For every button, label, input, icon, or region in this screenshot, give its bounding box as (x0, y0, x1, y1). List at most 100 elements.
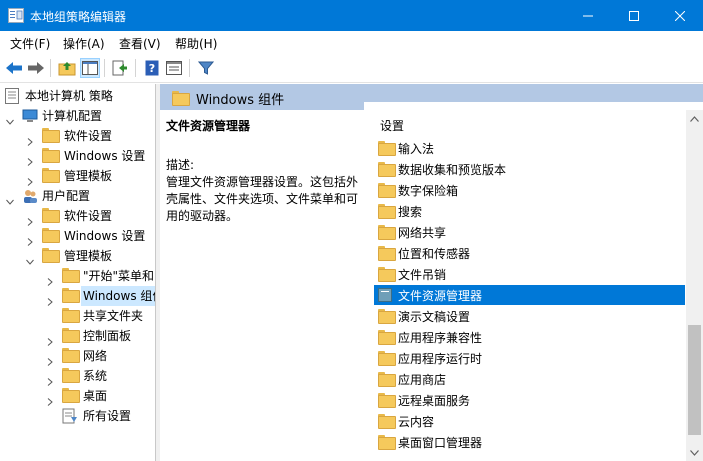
maximize-icon (629, 10, 639, 21)
list-item[interactable]: 文件吊销 (374, 264, 685, 284)
expand-chevron-icon[interactable] (26, 232, 34, 246)
toolbar-separator (104, 59, 105, 77)
tree-root[interactable]: 本地计算机 策略 (0, 86, 155, 106)
folder-icon (378, 225, 396, 240)
tree-uc-software[interactable]: 软件设置 (0, 206, 155, 226)
list-item[interactable]: 云内容 (374, 411, 685, 431)
folder-icon (42, 208, 60, 224)
tree-cc-admin[interactable]: 管理模板 (0, 166, 155, 186)
toolbar-separator (189, 59, 190, 77)
folder-icon (62, 308, 80, 324)
properties-button[interactable] (164, 58, 184, 78)
tree-computer-config[interactable]: 计算机配置 (0, 106, 155, 126)
folder-icon (378, 246, 396, 261)
folder-icon (378, 351, 396, 366)
computer-icon (22, 108, 38, 124)
list-item[interactable]: 应用商店 (374, 369, 685, 389)
expand-chevron-icon[interactable] (46, 332, 54, 346)
list-item[interactable]: 数据收集和预览版本 (374, 159, 685, 179)
folder-icon (378, 141, 396, 156)
expand-chevron-icon[interactable] (26, 172, 34, 186)
list-item[interactable]: 远程桌面服务 (374, 390, 685, 410)
folder-icon (378, 393, 396, 408)
menu-action[interactable]: 操作(A) (63, 35, 105, 52)
tree-all-settings[interactable]: 所有设置 (0, 406, 155, 426)
tree-windows-components[interactable]: Windows 组件 (0, 286, 155, 306)
tree-desktop[interactable]: 桌面 (0, 386, 155, 406)
help-icon: ? (145, 60, 159, 76)
policy-editor-icon (8, 8, 24, 23)
scroll-up-button[interactable] (686, 110, 703, 127)
tree-system[interactable]: 系统 (0, 366, 155, 386)
description-heading: 文件资源管理器 (166, 119, 251, 133)
scroll-down-button[interactable] (686, 444, 703, 461)
expand-chevron-icon[interactable] (46, 352, 54, 366)
list-item[interactable]: 应用程序运行时 (374, 348, 685, 368)
tree-network[interactable]: 网络 (0, 346, 155, 366)
close-button[interactable] (657, 0, 703, 31)
tree-uc-windows[interactable]: Windows 设置 (0, 226, 155, 246)
folder-icon (378, 372, 396, 387)
tree-cc-windows[interactable]: Windows 设置 (0, 146, 155, 166)
folder-icon (62, 288, 80, 304)
list-item-selected[interactable]: 文件资源管理器 (374, 285, 685, 305)
all-settings-icon (62, 408, 78, 424)
folder-icon (62, 348, 80, 364)
list-item[interactable]: 搜索 (374, 201, 685, 221)
up-folder-button[interactable] (57, 58, 77, 78)
tree-shared-folders[interactable]: 共享文件夹 (0, 306, 155, 326)
tree-uc-admin[interactable]: 管理模板 (0, 246, 155, 266)
description-body: 管理文件资源管理器设置。这包括外壳属性、文件夹选项、文件菜单和可用的驱动器。 (166, 175, 359, 223)
back-button[interactable] (4, 58, 24, 78)
folder-open-icon (42, 248, 60, 264)
settings-column-header[interactable]: 设置 (380, 117, 404, 134)
menu-view[interactable]: 查看(V) (119, 35, 161, 52)
svg-text:?: ? (149, 62, 155, 75)
export-icon (112, 60, 127, 76)
folder-icon (42, 148, 60, 164)
collapse-chevron-icon[interactable] (6, 112, 14, 125)
tree-user-config[interactable]: 用户配置 (0, 186, 155, 206)
folder-icon (42, 228, 60, 244)
expand-chevron-icon[interactable] (46, 292, 54, 306)
filter-icon (198, 61, 214, 75)
maximize-button[interactable] (611, 0, 657, 31)
settings-list: 设置 输入法 数据收集和预览版本 数字保险箱 搜索 网络共享 位置和传感器 文件… (364, 102, 703, 461)
filter-button[interactable] (196, 58, 216, 78)
menu-help[interactable]: 帮助(H) (175, 35, 217, 52)
folder-icon (378, 183, 396, 198)
list-item[interactable]: 桌面窗口管理器 (374, 432, 685, 452)
list-item[interactable]: 位置和传感器 (374, 243, 685, 263)
expand-chevron-icon[interactable] (26, 212, 34, 226)
tree-control-panel[interactable]: 控制面板 (0, 326, 155, 346)
up-folder-icon (58, 62, 76, 76)
back-arrow-icon (6, 62, 22, 74)
menu-file[interactable]: 文件(F) (10, 35, 50, 52)
policy-document-icon (5, 88, 21, 104)
folder-icon (172, 91, 190, 106)
list-item[interactable]: 输入法 (374, 138, 685, 158)
minimize-button[interactable] (565, 0, 611, 31)
vertical-scrollbar[interactable] (686, 110, 703, 461)
expand-chevron-icon[interactable] (46, 392, 54, 406)
tree-start-menu[interactable]: "开始"菜单和 (0, 266, 155, 286)
expand-chevron-icon[interactable] (26, 152, 34, 166)
help-button[interactable]: ? (142, 58, 162, 78)
expand-chevron-icon[interactable] (26, 132, 34, 146)
collapse-chevron-icon[interactable] (26, 252, 34, 265)
list-item[interactable]: 数字保险箱 (374, 180, 685, 200)
expand-chevron-icon[interactable] (46, 372, 54, 386)
scrollbar-thumb[interactable] (688, 325, 701, 435)
folder-icon (62, 368, 80, 384)
show-tree-button[interactable] (80, 58, 100, 78)
list-item[interactable]: 演示文稿设置 (374, 306, 685, 326)
tree-cc-software[interactable]: 软件设置 (0, 126, 155, 146)
collapse-chevron-icon[interactable] (6, 192, 14, 205)
expand-chevron-icon[interactable] (46, 272, 54, 286)
list-item[interactable]: 网络共享 (374, 222, 685, 242)
list-item[interactable]: 应用程序兼容性 (374, 327, 685, 347)
forward-button[interactable] (26, 58, 46, 78)
console-tree-icon (82, 61, 98, 75)
scroll-up-icon (690, 115, 699, 122)
export-list-button[interactable] (110, 58, 130, 78)
